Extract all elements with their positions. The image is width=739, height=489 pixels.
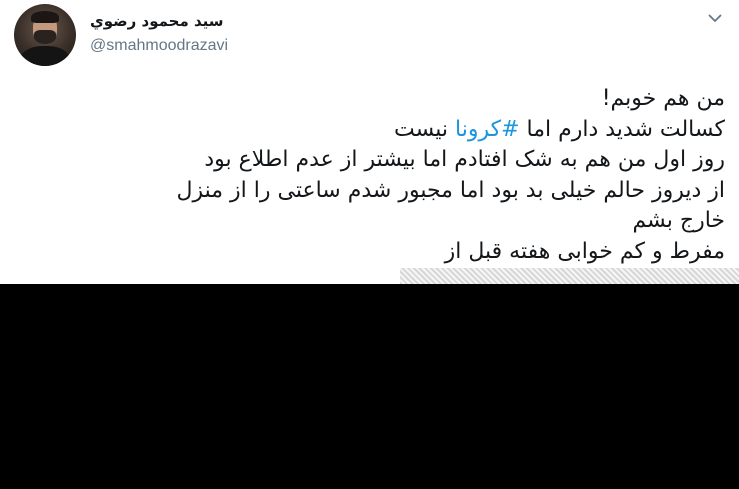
tweet-text: من هم خوبم! کسالت شدید دارم اما #کرونا ن… [40, 84, 726, 267]
tweet-line: کسالت شدید دارم اما #کرونا نیست [40, 115, 725, 146]
tweet-card: سيد محمود رضوي @smahmoodrazavi من هم خوب… [0, 0, 739, 489]
chevron-down-icon[interactable] [705, 8, 725, 28]
avatar-beard [34, 30, 56, 44]
avatar-hair [31, 11, 59, 23]
hashtag-link[interactable]: #کرونا [455, 117, 520, 142]
tweet-text-segment: نیست [394, 116, 455, 142]
tweet-line: روز اول من هم به شک افتادم اما بیشتر از … [204, 147, 725, 172]
username[interactable]: @smahmoodrazavi [90, 35, 228, 57]
tweet-line: از دیروز حالم خیلی بد بود اما مجبور شدم … [176, 177, 726, 203]
tweet-line: خارج بشم [632, 208, 725, 233]
redaction-pattern [400, 268, 739, 284]
tweet-text-segment: کسالت شدید دارم اما [519, 116, 725, 142]
redaction-block [0, 284, 739, 489]
display-name[interactable]: سيد محمود رضوي [90, 9, 260, 33]
tweet-line: من هم خوبم! [601, 86, 725, 111]
tweet-line-partial: مفرط و کم خوابی هفته قبل از [444, 238, 725, 264]
avatar[interactable] [14, 4, 76, 66]
avatar-shoulders [20, 46, 70, 66]
